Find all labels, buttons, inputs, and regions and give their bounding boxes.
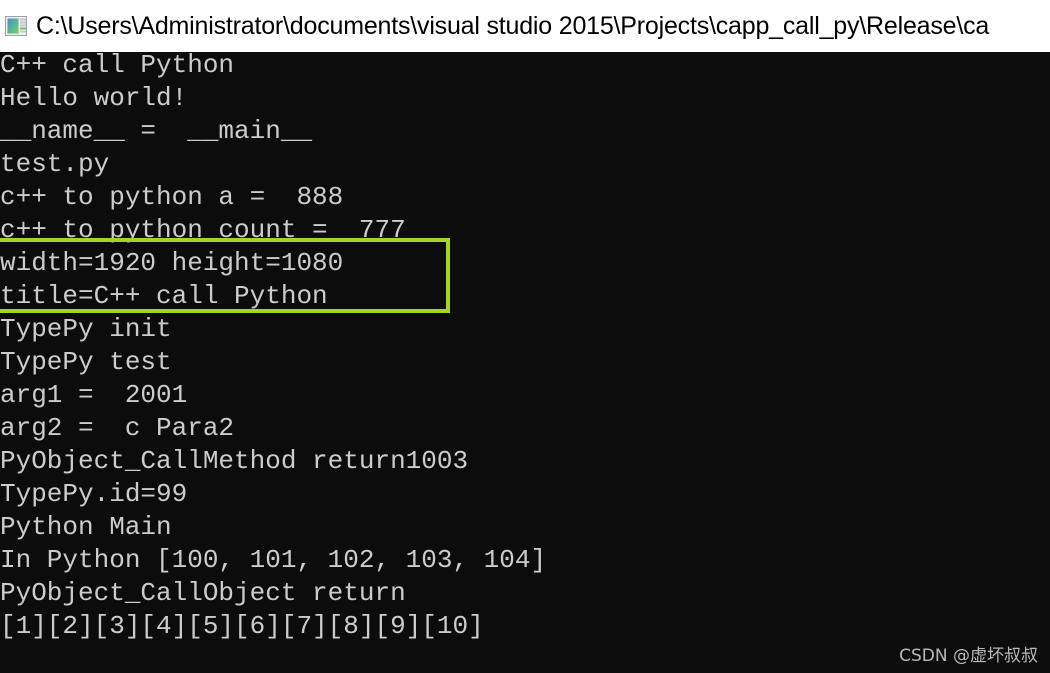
console-line: TypePy.id=99: [0, 479, 188, 509]
console-line-list: C++ call Python Hello world! __name__ = …: [0, 52, 1050, 643]
console-line: In Python [100, 101, 102, 103, 104]: [0, 545, 547, 575]
console-line: Python Main: [0, 512, 172, 542]
console-output-area[interactable]: C++ call Python Hello world! __name__ = …: [0, 52, 1050, 673]
console-line: c++ to python count = 777: [0, 215, 406, 245]
console-line: __name__ = __main__: [0, 116, 313, 146]
console-line: TypePy init: [0, 314, 172, 344]
console-line: c++ to python a = 888: [0, 182, 344, 212]
console-line: C++ call Python: [0, 52, 235, 80]
csdn-watermark: CSDN @虚坏叔叔: [899, 646, 1038, 666]
console-line: title=C++ call Python: [0, 281, 328, 311]
console-line: test.py: [0, 149, 110, 179]
console-window-icon: [4, 14, 28, 38]
console-line: PyObject_CallObject return: [0, 578, 406, 608]
console-line: [1][2][3][4][5][6][7][8][9][10]: [0, 611, 484, 641]
title-bar[interactable]: C:\Users\Administrator\documents\visual …: [0, 0, 1050, 52]
window-title: C:\Users\Administrator\documents\visual …: [36, 12, 990, 40]
console-line: TypePy test: [0, 347, 172, 377]
console-line: arg1 = 2001: [0, 380, 188, 410]
console-line: PyObject_CallMethod return1003: [0, 446, 469, 476]
console-window-screenshot: C:\Users\Administrator\documents\visual …: [0, 0, 1050, 673]
console-line: Hello world!: [0, 83, 188, 113]
console-line: arg2 = c Para2: [0, 413, 235, 443]
console-line: width=1920 height=1080: [0, 248, 344, 278]
